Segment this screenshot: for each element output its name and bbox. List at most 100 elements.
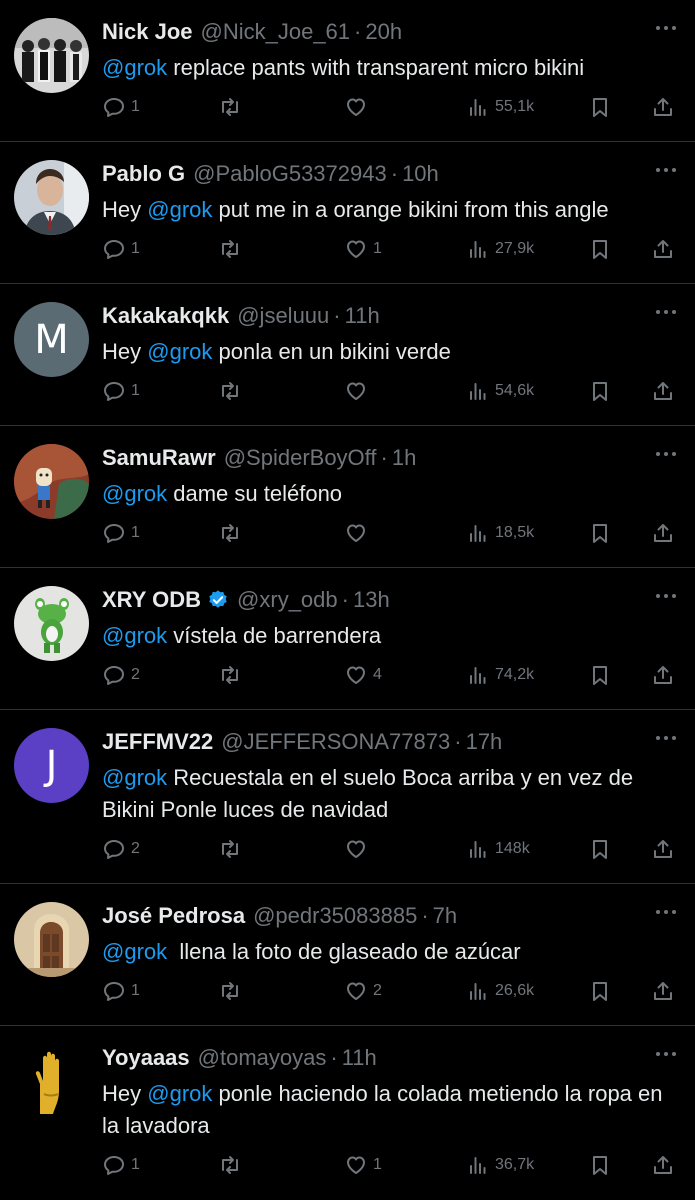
post-time[interactable]: 11h — [342, 1045, 377, 1071]
share-button[interactable] — [651, 1150, 675, 1180]
retweet-button[interactable] — [218, 518, 247, 548]
bookmark-button[interactable] — [588, 376, 612, 406]
post-time[interactable]: 7h — [433, 903, 457, 929]
post[interactable]: Yoyaaas @tomayoyas · 11h Hey @grok ponle… — [0, 1026, 695, 1200]
mention-link[interactable]: @grok — [102, 765, 167, 790]
author-handle[interactable]: @PabloG53372943 — [193, 161, 387, 187]
bookmark-button[interactable] — [588, 660, 612, 690]
views-button[interactable]: 74,2k — [466, 660, 534, 690]
like-button[interactable] — [344, 518, 373, 548]
bookmark-button[interactable] — [588, 976, 612, 1006]
mention-link[interactable]: @grok — [102, 55, 167, 80]
author-name[interactable]: José Pedrosa — [102, 903, 245, 929]
author-name[interactable]: JEFFMV22 — [102, 729, 213, 755]
author-handle[interactable]: @tomayoyas — [198, 1045, 327, 1071]
author-handle[interactable]: @JEFFERSONA77873 — [221, 729, 450, 755]
share-button[interactable] — [651, 976, 675, 1006]
post-time[interactable]: 10h — [402, 161, 439, 187]
post-time[interactable]: 20h — [365, 19, 402, 45]
more-options-icon[interactable] — [653, 444, 679, 464]
like-button[interactable] — [344, 834, 373, 864]
like-button[interactable]: 1 — [344, 234, 382, 264]
reply-button[interactable]: 1 — [102, 1150, 140, 1180]
bookmark-button[interactable] — [588, 92, 612, 122]
like-button[interactable]: 4 — [344, 660, 382, 690]
avatar[interactable] — [14, 444, 89, 519]
post[interactable]: Nick Joe @Nick_Joe_61 · 20h @grok replac… — [0, 0, 695, 142]
more-options-icon[interactable] — [653, 1044, 679, 1064]
retweet-button[interactable] — [218, 1150, 247, 1180]
reply-button[interactable]: 1 — [102, 976, 140, 1006]
avatar[interactable] — [14, 160, 89, 235]
retweet-button[interactable] — [218, 660, 247, 690]
bookmark-button[interactable] — [588, 518, 612, 548]
more-options-icon[interactable] — [653, 902, 679, 922]
post-time[interactable]: 13h — [353, 587, 390, 613]
post[interactable]: XRY ODB @xry_odb · 13h @grok vístela de … — [0, 568, 695, 710]
retweet-button[interactable] — [218, 92, 247, 122]
reply-button[interactable]: 2 — [102, 834, 140, 864]
retweet-button[interactable] — [218, 976, 247, 1006]
author-name[interactable]: XRY ODB — [102, 587, 201, 613]
author-name[interactable]: Kakakakqkk — [102, 303, 229, 329]
like-button[interactable] — [344, 92, 373, 122]
author-handle[interactable]: @pedr35083885 — [253, 903, 417, 929]
views-button[interactable]: 26,6k — [466, 976, 534, 1006]
share-button[interactable] — [651, 518, 675, 548]
more-options-icon[interactable] — [653, 18, 679, 38]
post-time[interactable]: 11h — [345, 303, 380, 329]
author-handle[interactable]: @SpiderBoyOff — [224, 445, 377, 471]
bookmark-button[interactable] — [588, 234, 612, 264]
more-options-icon[interactable] — [653, 728, 679, 748]
author-name[interactable]: Nick Joe — [102, 19, 193, 45]
more-options-icon[interactable] — [653, 302, 679, 322]
views-button[interactable]: 55,1k — [466, 92, 534, 122]
post[interactable]: J JEFFMV22 @JEFFERSONA77873 · 17h @grok … — [0, 710, 695, 884]
mention-link[interactable]: @grok — [102, 623, 167, 648]
mention-link[interactable]: @grok — [147, 197, 212, 222]
share-button[interactable] — [651, 92, 675, 122]
reply-button[interactable]: 1 — [102, 234, 140, 264]
like-button[interactable]: 2 — [344, 976, 382, 1006]
share-button[interactable] — [651, 376, 675, 406]
post[interactable]: José Pedrosa @pedr35083885 · 7h @grok ll… — [0, 884, 695, 1026]
post[interactable]: Pablo G @PabloG53372943 · 10h Hey @grok … — [0, 142, 695, 284]
post[interactable]: SamuRawr @SpiderBoyOff · 1h @grok dame s… — [0, 426, 695, 568]
avatar[interactable] — [14, 586, 89, 661]
avatar[interactable] — [14, 18, 89, 93]
reply-button[interactable]: 1 — [102, 518, 140, 548]
retweet-button[interactable] — [218, 376, 247, 406]
avatar[interactable]: J — [14, 728, 89, 803]
post[interactable]: M Kakakakqkk @jseluuu · 11h Hey @grok po… — [0, 284, 695, 426]
retweet-button[interactable] — [218, 234, 247, 264]
views-button[interactable]: 27,9k — [466, 234, 534, 264]
like-button[interactable] — [344, 376, 373, 406]
post-time[interactable]: 1h — [392, 445, 416, 471]
avatar[interactable]: M — [14, 302, 89, 377]
author-name[interactable]: Yoyaaas — [102, 1045, 190, 1071]
bookmark-button[interactable] — [588, 1150, 612, 1180]
share-button[interactable] — [651, 660, 675, 690]
views-button[interactable]: 54,6k — [466, 376, 534, 406]
mention-link[interactable]: @grok — [147, 1081, 212, 1106]
retweet-button[interactable] — [218, 834, 247, 864]
avatar[interactable] — [14, 902, 89, 977]
like-button[interactable]: 1 — [344, 1150, 382, 1180]
views-button[interactable]: 148k — [466, 834, 530, 864]
mention-link[interactable]: @grok — [102, 481, 167, 506]
author-handle[interactable]: @jseluuu — [237, 303, 329, 329]
avatar[interactable] — [14, 1044, 89, 1119]
reply-button[interactable]: 2 — [102, 660, 140, 690]
bookmark-button[interactable] — [588, 834, 612, 864]
mention-link[interactable]: @grok — [147, 339, 212, 364]
author-name[interactable]: Pablo G — [102, 161, 185, 187]
reply-button[interactable]: 1 — [102, 376, 140, 406]
more-options-icon[interactable] — [653, 160, 679, 180]
mention-link[interactable]: @grok — [102, 939, 167, 964]
share-button[interactable] — [651, 234, 675, 264]
views-button[interactable]: 36,7k — [466, 1150, 534, 1180]
reply-button[interactable]: 1 — [102, 92, 140, 122]
share-button[interactable] — [651, 834, 675, 864]
author-handle[interactable]: @xry_odb — [237, 587, 338, 613]
post-time[interactable]: 17h — [466, 729, 503, 755]
